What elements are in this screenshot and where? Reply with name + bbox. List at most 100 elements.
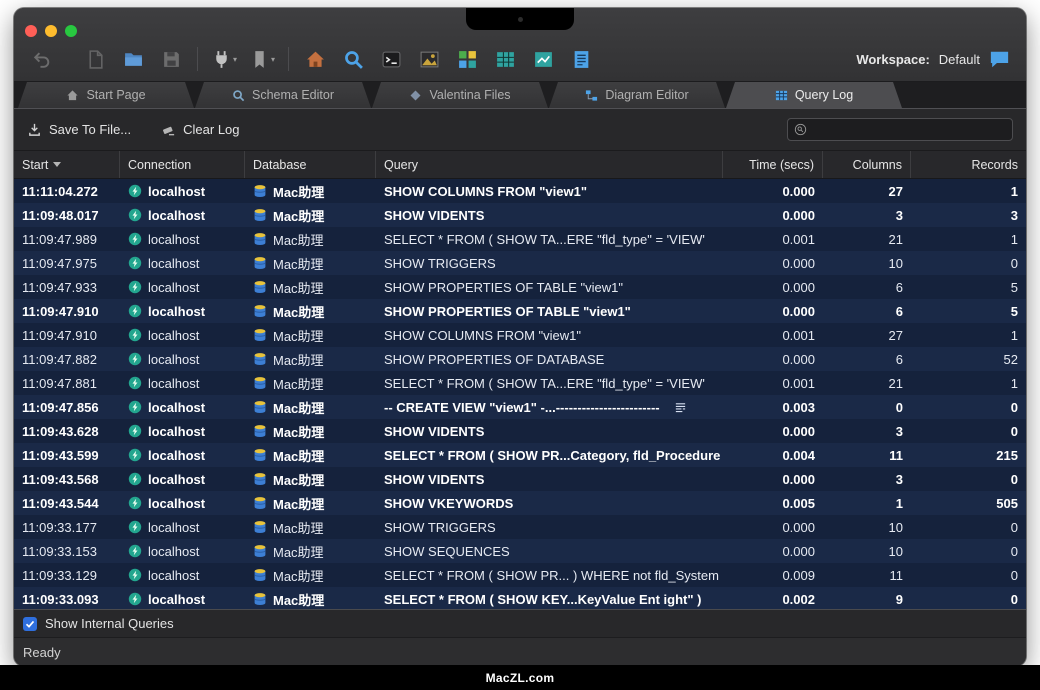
query-text-icon <box>674 401 687 414</box>
table-row[interactable]: 11:09:43.628localhostMac助理SHOW VIDENTS0.… <box>14 419 1026 443</box>
new-document-icon[interactable] <box>76 44 114 74</box>
database-icon <box>253 592 267 606</box>
open-folder-icon[interactable] <box>114 44 152 74</box>
cell-records: 0 <box>911 467 1026 491</box>
valentina-diamond-icon <box>409 89 422 102</box>
cell-start: 11:09:48.017 <box>14 203 120 227</box>
bookmark-icon[interactable]: ▾ <box>243 44 281 74</box>
color-palette-icon[interactable] <box>448 44 486 74</box>
cell-database: Mac助理 <box>245 371 376 395</box>
image-report-icon[interactable] <box>410 44 448 74</box>
database-icon <box>253 496 267 510</box>
data-grid-icon[interactable] <box>486 44 524 74</box>
table-row[interactable]: 11:09:47.975localhostMac助理SHOW TRIGGERS0… <box>14 251 1026 275</box>
tab-query-log[interactable]: Query Log <box>726 82 902 108</box>
table-row[interactable]: 11:09:47.856localhostMac助理-- CREATE VIEW… <box>14 395 1026 419</box>
table-row[interactable]: 11:09:43.568localhostMac助理SHOW VIDENTS0.… <box>14 467 1026 491</box>
table-row[interactable]: 11:09:47.933localhostMac助理SHOW PROPERTIE… <box>14 275 1026 299</box>
column-header-start[interactable]: Start <box>14 151 120 178</box>
table-row[interactable]: 11:09:48.017localhostMac助理SHOW VIDENTS0.… <box>14 203 1026 227</box>
feedback-chat-icon[interactable] <box>989 50 1010 69</box>
sql-terminal-icon[interactable] <box>372 44 410 74</box>
cell-records: 1 <box>911 323 1026 347</box>
internal-queries-bar: Show Internal Queries <box>14 609 1026 637</box>
cell-records: 0 <box>911 539 1026 563</box>
save-icon[interactable] <box>152 44 190 74</box>
table-row[interactable]: 11:09:47.910localhostMac助理SHOW PROPERTIE… <box>14 299 1026 323</box>
cell-connection: localhost <box>120 395 245 419</box>
connection-icon <box>128 568 142 582</box>
cell-records: 0 <box>911 419 1026 443</box>
close-button[interactable] <box>25 25 37 37</box>
table-row[interactable]: 11:09:33.129localhostMac助理SELECT * FROM … <box>14 563 1026 587</box>
table-row[interactable]: 11:09:47.881localhostMac助理SELECT * FROM … <box>14 371 1026 395</box>
schema-search-icon[interactable] <box>334 44 372 74</box>
cell-columns: 6 <box>823 299 911 323</box>
clear-log-button[interactable]: Clear Log <box>161 122 239 137</box>
cell-time: 0.001 <box>723 371 823 395</box>
cell-columns: 10 <box>823 251 911 275</box>
connection-icon <box>128 352 142 366</box>
table-row[interactable]: 11:09:47.882localhostMac助理SHOW PROPERTIE… <box>14 347 1026 371</box>
toolbar-separator <box>197 47 198 71</box>
table-row[interactable]: 11:09:33.177localhostMac助理SHOW TRIGGERS0… <box>14 515 1026 539</box>
table-row[interactable]: 11:11:04.272localhostMac助理SHOW COLUMNS F… <box>14 179 1026 203</box>
log-search-input[interactable] <box>813 123 1006 137</box>
cell-database: Mac助理 <box>245 563 376 587</box>
cell-start: 11:09:33.177 <box>14 515 120 539</box>
column-header-columns[interactable]: Columns <box>823 151 911 178</box>
cell-columns: 3 <box>823 419 911 443</box>
database-icon <box>253 208 267 222</box>
cell-connection: localhost <box>120 563 245 587</box>
table-row[interactable]: 11:09:43.599localhostMac助理SELECT * FROM … <box>14 443 1026 467</box>
cell-start: 11:09:47.882 <box>14 347 120 371</box>
table-row[interactable]: 11:09:47.989localhostMac助理SELECT * FROM … <box>14 227 1026 251</box>
column-header-records[interactable]: Records <box>911 151 1026 178</box>
save-to-file-button[interactable]: Save To File... <box>27 122 131 137</box>
home-icon <box>66 89 79 102</box>
column-header-connection[interactable]: Connection <box>120 151 245 178</box>
report-document-icon[interactable] <box>562 44 600 74</box>
table-row[interactable]: 11:09:47.910localhostMac助理SHOW COLUMNS F… <box>14 323 1026 347</box>
zoom-button[interactable] <box>65 25 77 37</box>
cell-time: 0.000 <box>723 179 823 203</box>
cell-records: 3 <box>911 203 1026 227</box>
connection-plug-icon[interactable]: ▾ <box>205 44 243 74</box>
column-header-time[interactable]: Time (secs) <box>723 151 823 178</box>
connection-icon <box>128 376 142 390</box>
workspace-area: Workspace: Default <box>856 50 1010 69</box>
cell-database: Mac助理 <box>245 467 376 491</box>
connection-icon <box>128 328 142 342</box>
cell-time: 0.009 <box>723 563 823 587</box>
chart-icon[interactable] <box>524 44 562 74</box>
cell-columns: 11 <box>823 443 911 467</box>
database-icon <box>253 448 267 462</box>
cell-start: 11:09:33.153 <box>14 539 120 563</box>
table-row[interactable]: 11:09:43.544localhostMac助理SHOW VKEYWORDS… <box>14 491 1026 515</box>
main-toolbar: ▾ ▾ Workspace: Default <box>22 42 1010 76</box>
table-row[interactable]: 11:09:33.093localhostMac助理SELECT * FROM … <box>14 587 1026 609</box>
undo-icon[interactable] <box>22 44 60 74</box>
show-internal-queries-label: Show Internal Queries <box>45 616 174 631</box>
show-internal-queries-checkbox[interactable] <box>23 617 37 631</box>
app-window: ▾ ▾ Workspace: Default Start Page Sc <box>14 8 1026 666</box>
cell-records: 0 <box>911 251 1026 275</box>
table-header: Start Connection Database Query Time (se… <box>14 151 1026 179</box>
tab-valentina-files[interactable]: Valentina Files <box>372 82 548 108</box>
cell-query: SHOW COLUMNS FROM "view1" <box>376 179 723 203</box>
cell-query: SHOW TRIGGERS <box>376 515 723 539</box>
cell-connection: localhost <box>120 371 245 395</box>
column-header-database[interactable]: Database <box>245 151 376 178</box>
tab-schema-editor[interactable]: Schema Editor <box>195 82 371 108</box>
cell-query: SHOW VKEYWORDS <box>376 491 723 515</box>
search-box[interactable] <box>787 118 1013 141</box>
cell-columns: 21 <box>823 227 911 251</box>
tab-diagram-editor[interactable]: Diagram Editor <box>549 82 725 108</box>
table-row[interactable]: 11:09:33.153localhostMac助理SHOW SEQUENCES… <box>14 539 1026 563</box>
cell-query: SHOW SEQUENCES <box>376 539 723 563</box>
column-header-query[interactable]: Query <box>376 151 723 178</box>
home-icon[interactable] <box>296 44 334 74</box>
workspace-value[interactable]: Default <box>939 52 980 67</box>
minimize-button[interactable] <box>45 25 57 37</box>
tab-start-page[interactable]: Start Page <box>18 82 194 108</box>
